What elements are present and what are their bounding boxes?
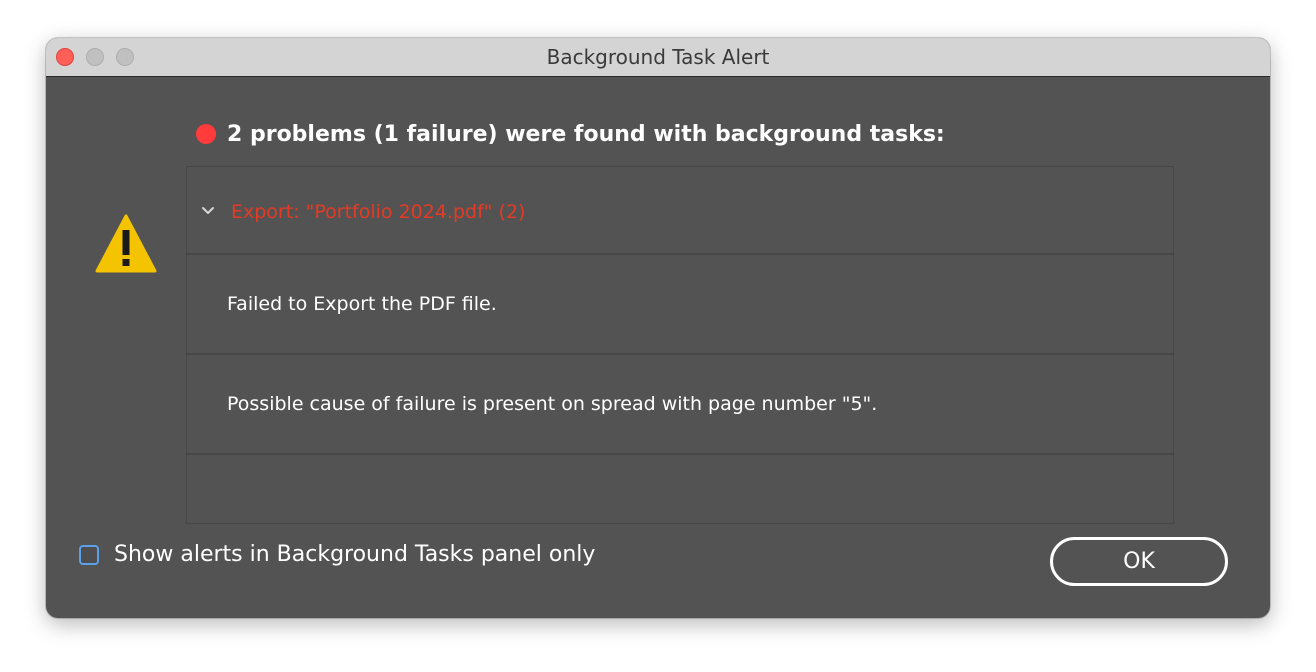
ok-button[interactable]: OK — [1050, 537, 1228, 586]
show-alerts-checkbox-label[interactable]: Show alerts in Background Tasks panel on… — [114, 542, 595, 567]
alert-dialog: Background Task Alert 2 problems (1 fail… — [46, 38, 1270, 618]
red-dot-icon — [196, 124, 216, 144]
warning-triangle-icon — [95, 214, 157, 273]
problem-message-row[interactable]: Possible cause of failure is present on … — [187, 355, 1173, 455]
chevron-down-icon[interactable] — [201, 205, 215, 217]
problem-message-row[interactable]: Failed to Export the PDF file. — [187, 255, 1173, 355]
problems-list[interactable]: Export: "Portfolio 2024.pdf" (2) Failed … — [186, 166, 1174, 524]
problem-message: Failed to Export the PDF file. — [227, 293, 497, 315]
alert-headline: 2 problems (1 failure) were found with b… — [196, 119, 945, 149]
show-alerts-checkbox[interactable] — [79, 545, 99, 565]
title-bar[interactable]: Background Task Alert — [46, 38, 1270, 77]
problem-message: Possible cause of failure is present on … — [227, 393, 878, 415]
problem-group-row[interactable]: Export: "Portfolio 2024.pdf" (2) — [187, 167, 1173, 255]
headline-text: 2 problems (1 failure) were found with b… — [227, 121, 945, 147]
empty-row — [187, 455, 1173, 525]
window-title: Background Task Alert — [546, 45, 770, 69]
problem-group-label[interactable]: Export: "Portfolio 2024.pdf" (2) — [231, 201, 525, 223]
